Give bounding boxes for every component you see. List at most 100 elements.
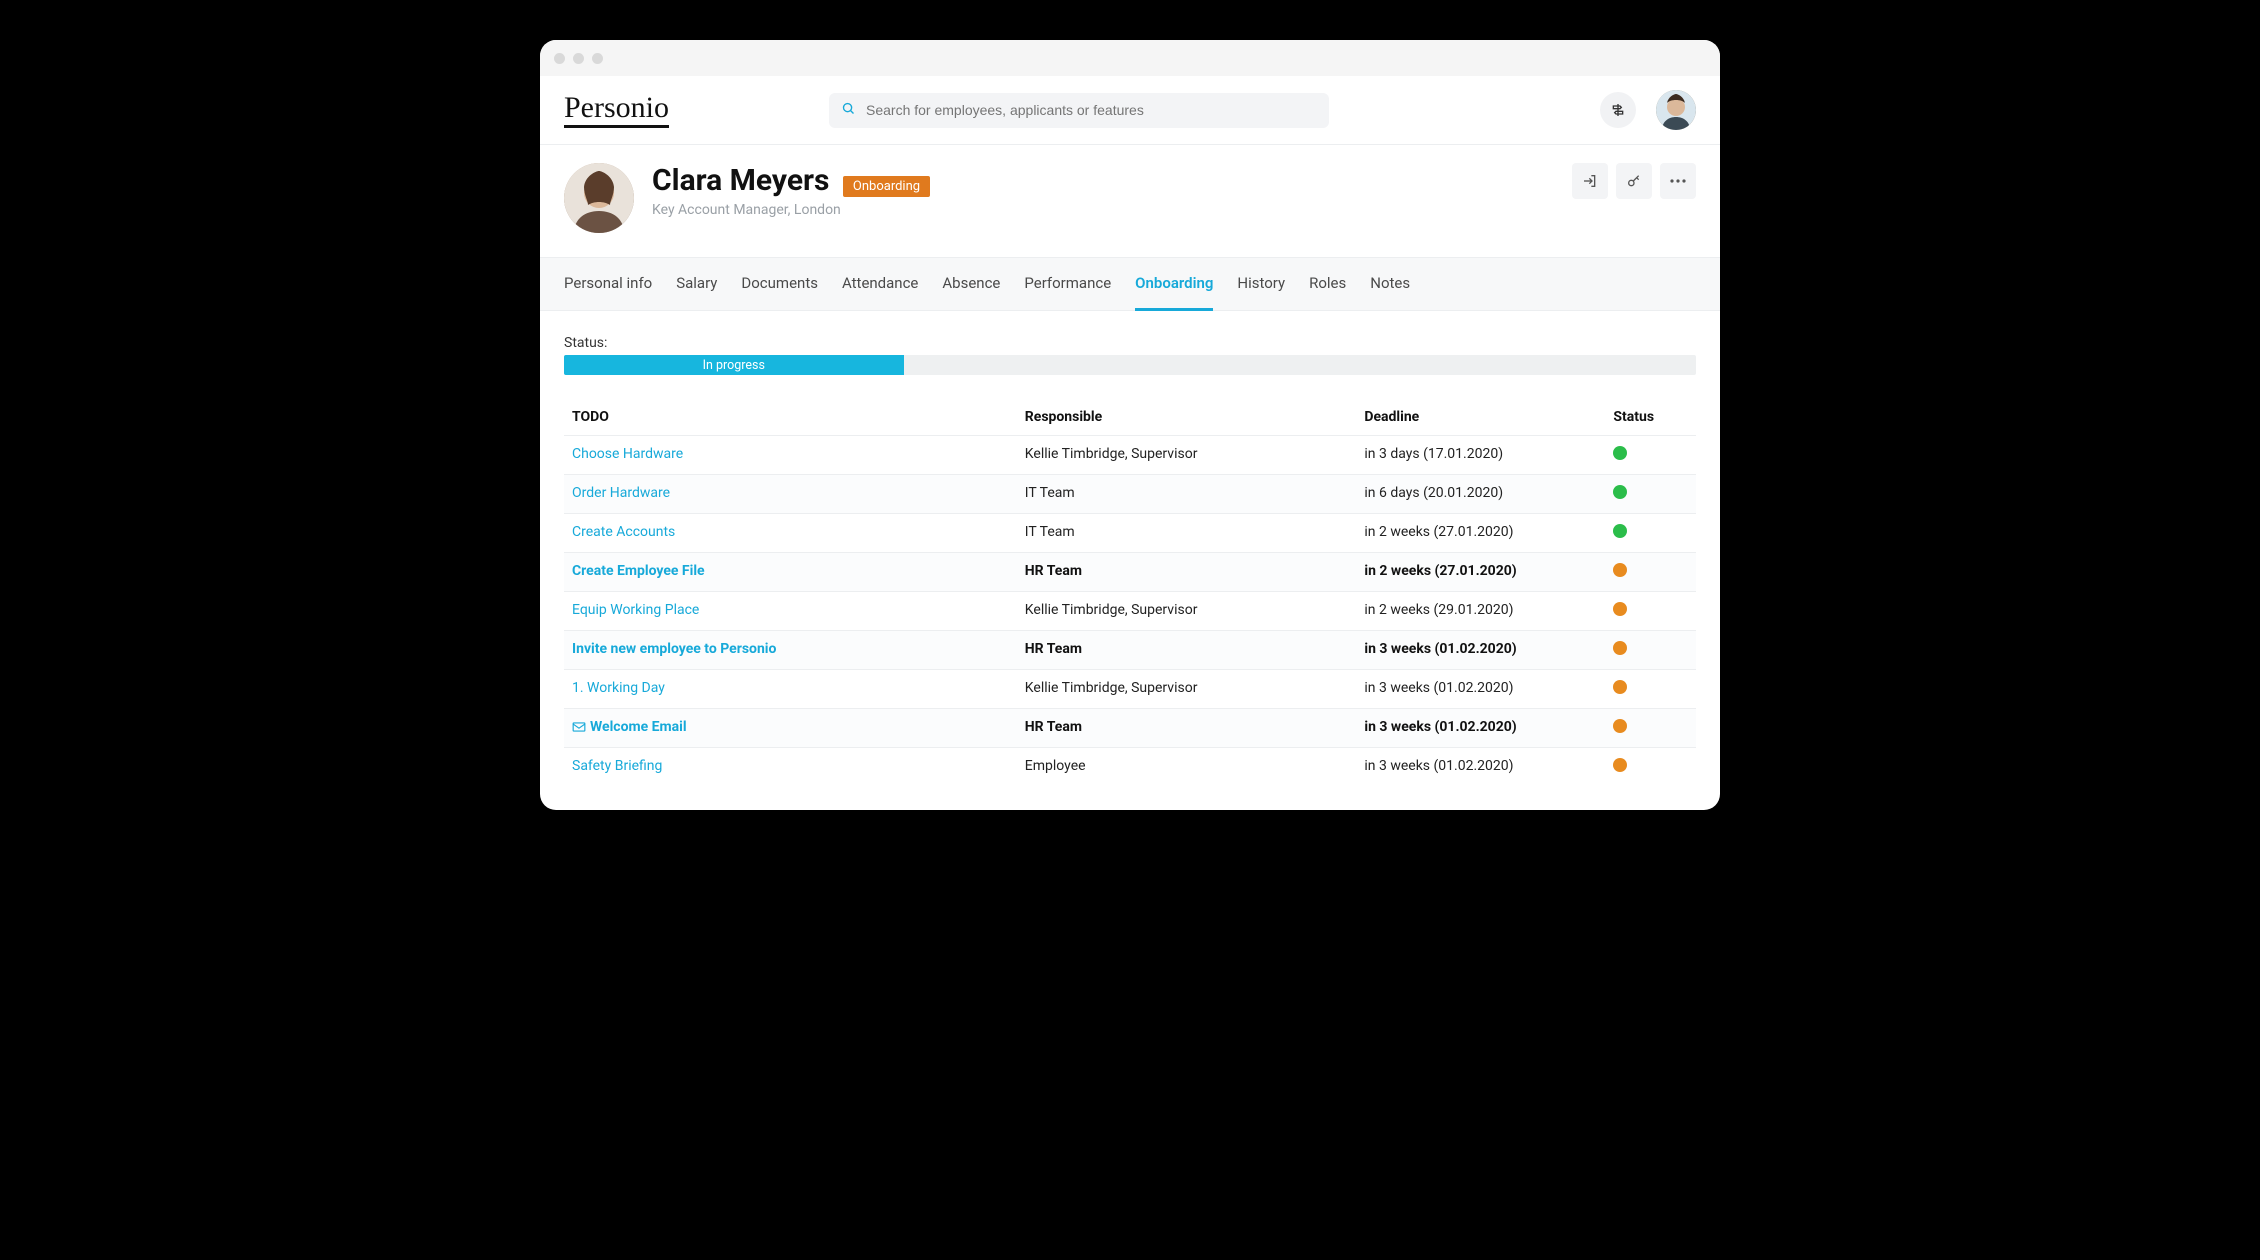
status-cell (1605, 436, 1696, 474)
col-todo: TODO (564, 399, 1017, 435)
progress-text: In progress (703, 358, 765, 373)
status-dot-green (1613, 446, 1627, 460)
tab-salary[interactable]: Salary (676, 258, 717, 310)
status-cell (1605, 475, 1696, 513)
todo-link[interactable]: Invite new employee to Personio (572, 641, 776, 657)
table-row: Choose Hardware Kellie Timbridge, Supervi… (564, 435, 1696, 474)
status-dot-orange (1613, 563, 1627, 577)
tab-roles[interactable]: Roles (1309, 258, 1346, 310)
deadline-cell: in 3 weeks (01.02.2020) (1356, 709, 1605, 747)
status-dot-green (1613, 524, 1627, 538)
more-button[interactable] (1660, 163, 1696, 199)
deadline-cell: in 3 weeks (01.02.2020) (1356, 748, 1605, 786)
todo-link[interactable]: Choose Hardware (572, 446, 683, 462)
deadline-cell: in 2 weeks (27.01.2020) (1356, 553, 1605, 591)
responsible-cell: HR Team (1017, 631, 1357, 669)
todo-link[interactable]: Create Accounts (572, 524, 675, 540)
table-head: TODO Responsible Deadline Status (564, 399, 1696, 435)
status-badge: Onboarding (843, 176, 930, 197)
status-dot-orange (1613, 641, 1627, 655)
profile-header: Clara Meyers Onboarding Key Account Mana… (540, 145, 1720, 257)
status-cell (1605, 670, 1696, 708)
status-dot-orange (1613, 758, 1627, 772)
table-row: Safety Briefing Employeein 3 weeks (01.02… (564, 747, 1696, 786)
window-min-dot[interactable] (573, 53, 584, 64)
titlebar (540, 40, 1720, 76)
status-label: Status: (564, 335, 1696, 351)
table-row: Equip Working Place Kellie Timbridge, Sup… (564, 591, 1696, 630)
status-cell (1605, 592, 1696, 630)
responsible-cell: IT Team (1017, 514, 1357, 552)
status-cell (1605, 553, 1696, 591)
status-dot-green (1613, 485, 1627, 499)
deadline-cell: in 3 days (17.01.2020) (1356, 436, 1605, 474)
responsible-cell: Employee (1017, 748, 1357, 786)
deadline-cell: in 6 days (20.01.2020) (1356, 475, 1605, 513)
search-icon (841, 101, 856, 120)
table-row: 1. Working Day Kellie Timbridge, Supervis… (564, 669, 1696, 708)
col-status: Status (1605, 399, 1696, 435)
profile-actions (1572, 163, 1696, 199)
onboarding-table: TODO Responsible Deadline Status Choose … (564, 399, 1696, 786)
employee-avatar[interactable] (564, 163, 634, 233)
responsible-cell: HR Team (1017, 709, 1357, 747)
table-row: Create Employee File HR Teamin 2 weeks (2… (564, 552, 1696, 591)
progress-fill: In progress (564, 355, 904, 375)
search-input[interactable] (866, 102, 1317, 118)
table-row: Create Accounts IT Teamin 2 weeks (27.01.… (564, 513, 1696, 552)
deadline-cell: in 3 weeks (01.02.2020) (1356, 631, 1605, 669)
topbar: Personio (540, 76, 1720, 145)
window-max-dot[interactable] (592, 53, 603, 64)
status-dot-orange (1613, 602, 1627, 616)
status-cell (1605, 631, 1696, 669)
todo-link[interactable]: Safety Briefing (572, 758, 662, 774)
table-row: Welcome Email HR Teamin 3 weeks (01.02.20… (564, 708, 1696, 747)
signpost-button[interactable] (1600, 92, 1636, 128)
key-button[interactable] (1616, 163, 1652, 199)
col-deadline: Deadline (1356, 399, 1605, 435)
table-body: Choose Hardware Kellie Timbridge, Supervi… (564, 435, 1696, 786)
search-box[interactable] (829, 93, 1329, 128)
tabbar: Personal info Salary Documents Attendance Ab… (540, 257, 1720, 311)
tab-personal-info[interactable]: Personal info (564, 258, 652, 310)
employee-subtitle: Key Account Manager, London (652, 202, 930, 218)
todo-link[interactable]: Order Hardware (572, 485, 670, 501)
status-cell (1605, 514, 1696, 552)
responsible-cell: Kellie Timbridge, Supervisor (1017, 436, 1357, 474)
todo-link[interactable]: Equip Working Place (572, 602, 699, 618)
deadline-cell: in 2 weeks (27.01.2020) (1356, 514, 1605, 552)
app-window: Personio Clara Meyers Onboarding Key Acc… (540, 40, 1720, 810)
col-responsible: Responsible (1017, 399, 1357, 435)
window-close-dot[interactable] (554, 53, 565, 64)
employee-name: Clara Meyers (652, 163, 829, 198)
deadline-cell: in 2 weeks (29.01.2020) (1356, 592, 1605, 630)
mail-icon (572, 721, 586, 733)
tab-documents[interactable]: Documents (741, 258, 818, 310)
responsible-cell: Kellie Timbridge, Supervisor (1017, 592, 1357, 630)
progress-track: In progress (564, 355, 1696, 375)
profile-main: Clara Meyers Onboarding Key Account Mana… (652, 163, 930, 218)
todo-link[interactable]: Welcome Email (572, 719, 687, 735)
deadline-cell: in 3 weeks (01.02.2020) (1356, 670, 1605, 708)
responsible-cell: Kellie Timbridge, Supervisor (1017, 670, 1357, 708)
status-cell (1605, 709, 1696, 747)
table-row: Invite new employee to Personio HR Teamin… (564, 630, 1696, 669)
responsible-cell: IT Team (1017, 475, 1357, 513)
user-avatar[interactable] (1656, 90, 1696, 130)
tab-onboarding[interactable]: Onboarding (1135, 258, 1213, 311)
table-row: Order Hardware IT Teamin 6 days (20.01.20… (564, 474, 1696, 513)
responsible-cell: HR Team (1017, 553, 1357, 591)
tab-attendance[interactable]: Attendance (842, 258, 918, 310)
todo-link[interactable]: Create Employee File (572, 563, 705, 579)
tab-history[interactable]: History (1237, 258, 1285, 310)
tab-notes[interactable]: Notes (1370, 258, 1410, 310)
search-wrap (829, 93, 1329, 128)
status-dot-orange (1613, 680, 1627, 694)
tab-absence[interactable]: Absence (942, 258, 1000, 310)
onboarding-content: Status: In progress TODO Responsible Dea… (540, 311, 1720, 810)
login-as-button[interactable] (1572, 163, 1608, 199)
todo-link[interactable]: 1. Working Day (572, 680, 665, 696)
app-logo[interactable]: Personio (564, 93, 669, 128)
tab-performance[interactable]: Performance (1024, 258, 1111, 310)
status-dot-orange (1613, 719, 1627, 733)
